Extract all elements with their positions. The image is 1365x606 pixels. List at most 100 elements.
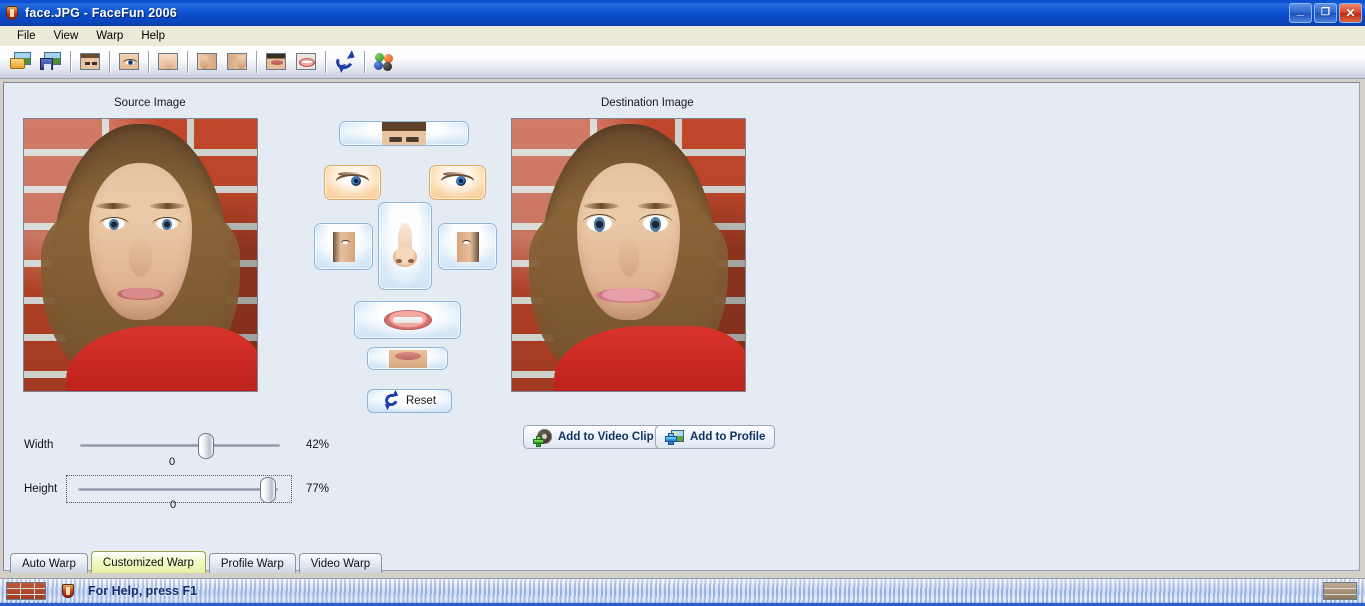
height-slider-row: Height 0 77% bbox=[24, 475, 329, 511]
nose-icon bbox=[390, 223, 420, 269]
add-to-video-clip-button[interactable]: Add to Video Clip bbox=[523, 425, 664, 449]
toolbar-separator bbox=[256, 51, 257, 73]
status-thumbnail bbox=[6, 582, 46, 600]
reset-icon bbox=[383, 389, 400, 411]
toolbar-separator bbox=[70, 51, 71, 73]
nose bbox=[619, 238, 639, 277]
client-area: Source Image Destination Image Reset Add… bbox=[3, 82, 1360, 571]
width-slider-label: Width bbox=[24, 439, 54, 451]
width-slider-thumb[interactable] bbox=[198, 433, 214, 459]
lips-icon bbox=[295, 52, 317, 72]
toolbar-save-button[interactable] bbox=[37, 49, 65, 75]
toolbar-nose-button[interactable] bbox=[154, 49, 182, 75]
source-image-label: Source Image bbox=[114, 97, 186, 109]
cheek-right-button[interactable] bbox=[438, 223, 497, 270]
height-slider-thumb[interactable] bbox=[260, 477, 276, 503]
toolbar-separator bbox=[148, 51, 149, 73]
window-controls: _ ❐ ✕ bbox=[1289, 2, 1365, 23]
status-right-thumbnail bbox=[1323, 582, 1357, 600]
forehead-icon bbox=[382, 122, 426, 145]
title-bar: face.JPG - FaceFun 2006 _ ❐ ✕ bbox=[0, 0, 1365, 26]
reset-button[interactable]: Reset bbox=[367, 389, 452, 413]
tab-video-warp[interactable]: Video Warp bbox=[298, 553, 383, 573]
width-slider-tick: 0 bbox=[169, 456, 176, 468]
toolbar-separator bbox=[364, 51, 365, 73]
window-title: face.JPG - FaceFun 2006 bbox=[25, 5, 177, 20]
reset-icon bbox=[333, 50, 358, 73]
mouth bbox=[595, 287, 662, 303]
eye-left bbox=[98, 216, 129, 232]
minimize-button[interactable]: _ bbox=[1289, 2, 1312, 23]
toolbar bbox=[0, 46, 1365, 79]
cheek-left-icon bbox=[332, 231, 355, 262]
eye-icon bbox=[118, 52, 140, 72]
height-slider-groove bbox=[78, 488, 278, 491]
destination-image-label: Destination Image bbox=[601, 97, 694, 109]
status-text: For Help, press F1 bbox=[88, 584, 198, 598]
eye-right-button[interactable] bbox=[429, 165, 486, 200]
toolbar-open-button[interactable] bbox=[7, 49, 35, 75]
toolbar-color-button[interactable] bbox=[370, 49, 398, 75]
mouth-button[interactable] bbox=[354, 301, 461, 339]
close-glyph: ✕ bbox=[1345, 5, 1356, 20]
add-to-video-clip-label: Add to Video Clip bbox=[558, 431, 654, 443]
add-to-profile-label: Add to Profile bbox=[690, 431, 766, 443]
close-button[interactable]: ✕ bbox=[1339, 2, 1362, 23]
minimize-glyph: _ bbox=[1296, 2, 1305, 17]
toolbar-chin-button[interactable] bbox=[262, 49, 290, 75]
tab-profile-warp[interactable]: Profile Warp bbox=[208, 553, 296, 573]
toolbar-cheek-right-button[interactable] bbox=[223, 49, 251, 75]
app-shield-icon bbox=[4, 5, 20, 21]
menu-item-help[interactable]: Help bbox=[132, 28, 174, 44]
height-slider[interactable] bbox=[66, 475, 292, 503]
source-image[interactable] bbox=[23, 118, 258, 392]
toolbar-separator bbox=[109, 51, 110, 73]
menu-item-view[interactable]: View bbox=[45, 28, 88, 44]
tab-auto-warp[interactable]: Auto Warp bbox=[10, 553, 88, 573]
reset-button-label: Reset bbox=[405, 395, 437, 407]
app-shield-icon bbox=[60, 583, 76, 599]
status-bar: For Help, press F1 bbox=[0, 578, 1365, 606]
chin-icon bbox=[388, 349, 427, 368]
toolbar-separator bbox=[325, 51, 326, 73]
cheek-left-icon bbox=[196, 52, 218, 72]
destination-image[interactable] bbox=[511, 118, 746, 392]
width-slider-row: Width 0 42% bbox=[24, 431, 329, 468]
film-reel-icon bbox=[533, 428, 552, 447]
nose-button[interactable] bbox=[378, 202, 432, 290]
add-picture-icon bbox=[665, 429, 684, 446]
toolbar-face-button[interactable] bbox=[76, 49, 104, 75]
menu-item-warp[interactable]: Warp bbox=[87, 28, 132, 44]
restore-button[interactable]: ❐ bbox=[1314, 2, 1337, 23]
save-image-icon bbox=[40, 52, 62, 72]
toolbar-cheek-left-button[interactable] bbox=[193, 49, 221, 75]
eye-left-button[interactable] bbox=[324, 165, 381, 200]
nose-icon bbox=[157, 52, 179, 72]
toolbar-eye-button[interactable] bbox=[115, 49, 143, 75]
cheek-right-icon bbox=[226, 52, 248, 72]
eye-left bbox=[581, 214, 617, 235]
chin-button[interactable] bbox=[367, 347, 448, 370]
chin-icon bbox=[265, 52, 287, 72]
width-slider[interactable] bbox=[68, 431, 290, 461]
toolbar-reset-button[interactable] bbox=[331, 49, 359, 75]
toolbar-separator bbox=[187, 51, 188, 73]
eye-right bbox=[637, 214, 673, 235]
nose bbox=[128, 238, 153, 277]
height-slider-label: Height bbox=[24, 483, 58, 495]
warp-mode-tabs: Auto Warp Customized Warp Profile Warp V… bbox=[3, 551, 1360, 573]
color-balance-icon bbox=[373, 52, 395, 72]
mouth-icon bbox=[383, 307, 432, 333]
mouth bbox=[117, 287, 164, 300]
eye-right bbox=[152, 216, 183, 232]
eye-right-icon bbox=[441, 172, 474, 193]
width-slider-value: 42% bbox=[306, 439, 330, 451]
menu-bar: File View Warp Help bbox=[0, 26, 1365, 46]
add-to-profile-button[interactable]: Add to Profile bbox=[655, 425, 776, 449]
tab-customized-warp[interactable]: Customized Warp bbox=[90, 551, 206, 573]
height-slider-tick: 0 bbox=[170, 499, 177, 511]
toolbar-lips-button[interactable] bbox=[292, 49, 320, 75]
forehead-button[interactable] bbox=[339, 121, 469, 146]
menu-item-file[interactable]: File bbox=[8, 28, 45, 44]
cheek-left-button[interactable] bbox=[314, 223, 373, 270]
